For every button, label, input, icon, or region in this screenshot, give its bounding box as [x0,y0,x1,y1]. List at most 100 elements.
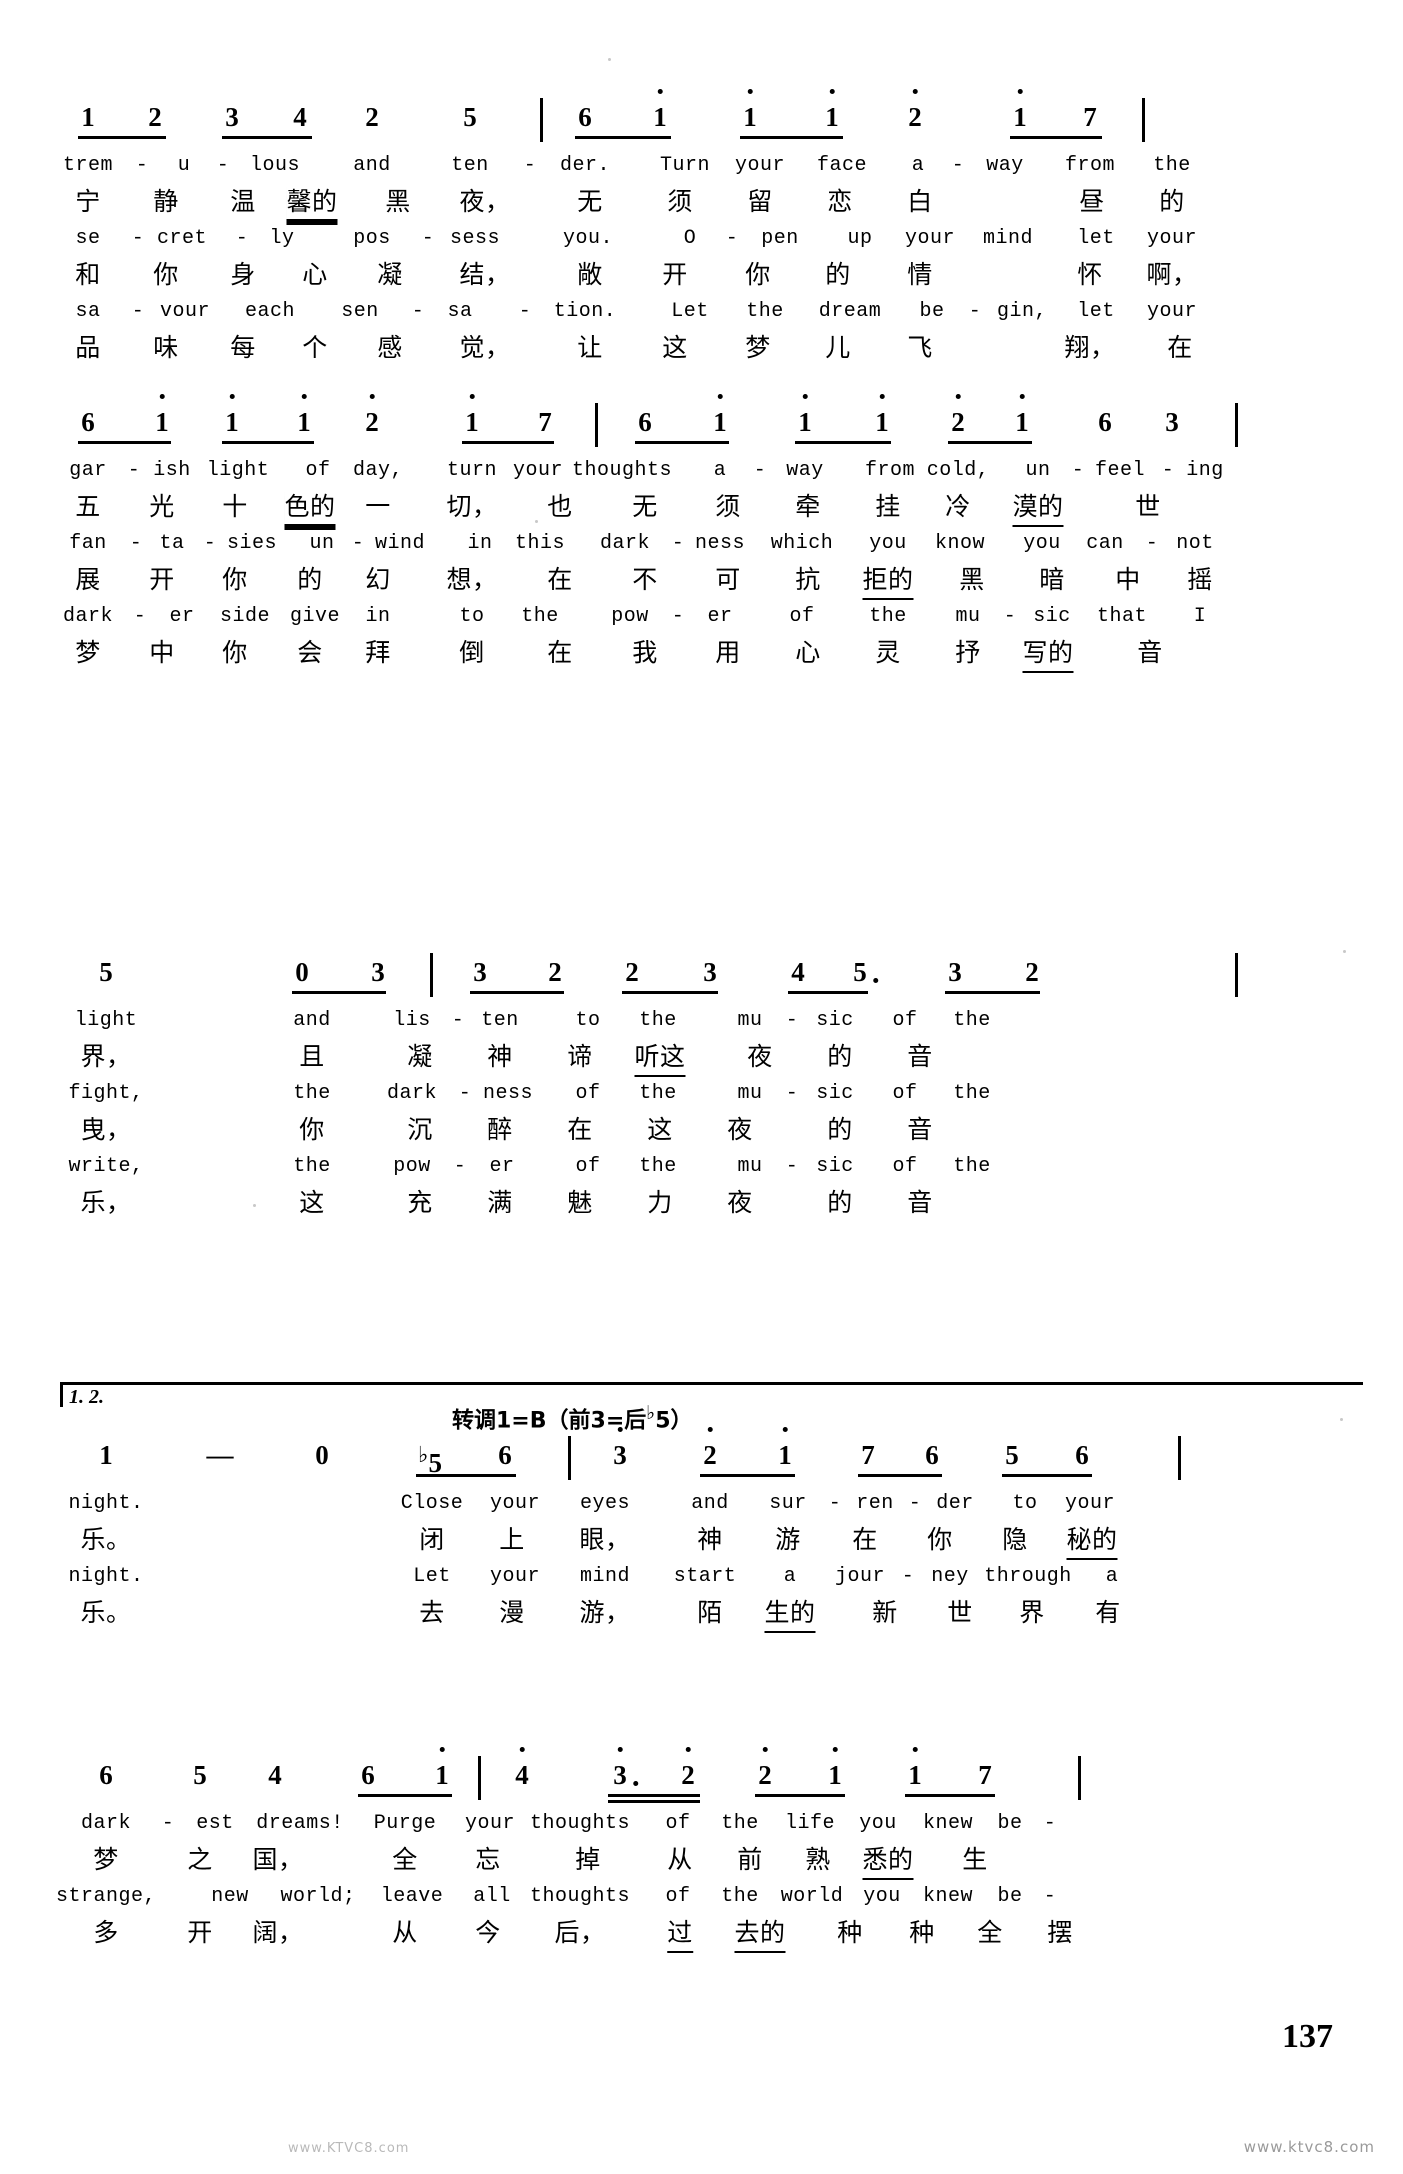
lyric-syllable-en: Purge [373,1812,437,1835]
note-number: 1 [1013,102,1027,132]
lyric-syllable-en: un [1025,459,1051,482]
lyric-syllable-en: start [673,1565,737,1588]
lyric-syllable-en: the [721,1812,759,1835]
lyric-syllable-cn: 会 [297,638,323,667]
lyric-syllable-en: world [780,1885,844,1908]
lyric-syllable-cn: 无 [577,187,603,216]
lyric-syllable-en: the [721,1885,759,1908]
lyric-syllable-en: - [968,300,982,323]
lyric-syllable-cn: 怀 [1077,260,1103,289]
lyric-syllable-cn: 白 [907,187,933,216]
note-number: 2 [365,102,379,132]
note-number: 6 [498,1440,512,1470]
lyric-syllable-cn: 在 [567,1115,593,1144]
staff-system-5: 654614322117 dark - est dreams! Purge your tho… [56,1756,1360,1956]
page-number: 137 [1282,2018,1333,2055]
lyric-syllable-en: way [986,154,1024,177]
lyric-syllable-en: - [1043,1812,1057,1835]
lyric-syllable-cn: 音 [1137,638,1163,667]
lyric-row-cn: 乐。 去 漫 游， 陌 生的 新 世 界 有 [60,1596,1360,1636]
lyric-syllable-cn: 感 [377,333,403,362]
lyric-syllable-en: knew [922,1812,974,1835]
lyric-row-en: fan - ta - sies un - wind in this dark - ness which yo… [60,530,1360,563]
lyric-syllable-en: side [219,605,271,628]
lyric-syllable-cn: 忘 [475,1845,501,1874]
note-row: 6 1 1 1 2 1 7 6 1 1 1 2 1 6 3 [60,403,1360,457]
lyric-syllable-cn: 你 [222,638,248,667]
lyric-syllable-cn: 夜 [727,1188,753,1217]
lyric-syllable-en: - [131,300,145,323]
scan-speck [253,1204,256,1207]
lyric-syllable-cn: 凝 [377,260,403,289]
lyric-syllable-en: dark [599,532,651,555]
lyric-syllable-en: the [746,300,784,323]
lyric-syllable-cn: 写的 [1022,636,1074,673]
lyric-syllable-cn: 音 [907,1188,933,1217]
lyric-row-en: write, the pow - er of the mu - sic of the [60,1153,1360,1186]
lyric-syllable-en: of [892,1082,918,1105]
lyric-syllable-en: mind [579,1565,631,1588]
beam-line [700,1474,795,1477]
lyric-syllable-en: mu [737,1009,763,1032]
lyric-syllable-en: eyes [579,1492,631,1515]
scan-speck [1340,1418,1343,1421]
watermark-left: www.KTVC8.com [288,2141,410,2156]
note-number: 3 [1165,407,1179,437]
barline [478,1756,481,1800]
lyric-syllable-cn: 漫 [499,1598,525,1627]
lyric-row-en: gar - ish light of day, turn your thoughts a - way f… [60,457,1360,490]
note-number: 1 [828,1760,842,1790]
note-number: 3 [473,957,487,987]
flat-icon: ♭ [418,1442,429,1467]
lyric-row-en: fight, the dark - ness of the mu - sic of the [60,1080,1360,1113]
lyric-syllable-cn: 音 [907,1115,933,1144]
lyric-syllable-en: dream [818,300,882,323]
lyric-syllable-cn: 秘的 [1066,1523,1118,1560]
lyric-syllable-cn: 漠的 [1012,490,1064,527]
note-number: 1 [155,407,169,437]
lyric-syllable-cn: 有 [1095,1598,1121,1627]
note-number: 7 [861,1440,875,1470]
note-sustain-dash: — [206,1440,234,1470]
lyric-syllable-cn: 冷 [945,492,971,521]
lyric-syllable-cn: 界， [80,1042,132,1071]
note-number: 6 [1075,1440,1089,1470]
lyric-syllable-en: - [235,227,249,250]
lyric-syllable-en: - [785,1155,799,1178]
beam-line [622,991,718,994]
lyric-syllable-en: of [665,1885,691,1908]
barline [1078,1756,1081,1800]
note-number: 1 [798,407,812,437]
lyric-syllable-cn: 开 [149,565,175,594]
note-number: 3 [613,1760,637,1790]
note-number: ♭5 [418,1442,442,1478]
lyric-syllable-cn: 听这 [634,1040,686,1077]
lyric-syllable-cn: 你 [222,565,248,594]
lyric-syllable-en: dark [62,605,114,628]
lyric-syllable-cn: 也 [547,492,573,521]
lyric-syllable-en: Let [413,1565,451,1588]
lyric-row-cn: 和 你 身 心 凝 结， 敞 开 你 的 情 怀 啊， [60,258,1360,298]
lyric-syllable-cn: 的 [1159,187,1185,216]
lyric-syllable-cn: 过 [667,1916,693,1953]
lyric-syllable-cn: 幻 [365,565,391,594]
lyric-syllable-cn: 上 [499,1525,525,1554]
beam-line [1010,136,1102,139]
staff-system-3: 50332234532 light and lis - ten to the mu - sic of… [60,953,1360,1226]
lyric-syllable-en: be [997,1885,1023,1908]
lyric-syllable-cn: 生的 [764,1596,816,1633]
lyric-syllable-cn: 留 [747,187,773,216]
lyric-syllable-en: in [467,532,493,555]
note-number: 3 [703,957,717,987]
lyric-syllable-en: I [1193,605,1207,628]
note-number: 2 [681,1760,695,1790]
lyric-syllable-en: the [293,1155,331,1178]
lyric-syllable-cn: 力 [647,1188,673,1217]
note-number: 3 [371,957,385,987]
lyric-syllable-en: strange, [55,1885,157,1908]
lyric-syllable-cn: 摇 [1187,565,1213,594]
lyric-syllable-en: - [131,227,145,250]
lyric-syllable-en: pen [761,227,799,250]
lyric-syllable-en: this [514,532,566,555]
lyric-syllable-en: the [953,1155,991,1178]
